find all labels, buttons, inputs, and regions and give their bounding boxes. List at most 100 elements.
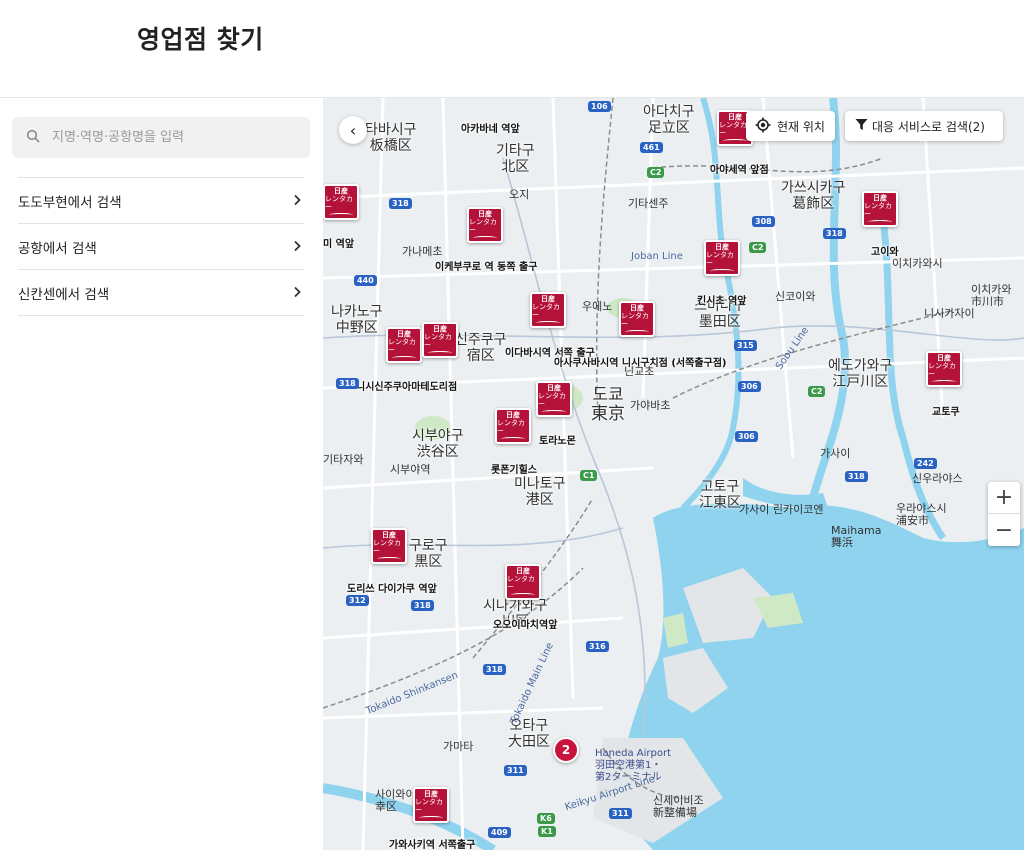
ward-label: 신주쿠구 宿区 xyxy=(455,332,507,364)
crosshair-icon xyxy=(755,117,771,136)
brand-swoosh-icon xyxy=(710,269,734,273)
marker-brand-bottom: レンタカー xyxy=(507,575,535,591)
route-shield: 318 xyxy=(389,198,412,209)
store-marker[interactable]: 日産 レンタカー xyxy=(422,322,458,358)
route-shield: 440 xyxy=(354,275,377,286)
ward-label-text: 가쓰시카구 葛飾区 xyxy=(781,180,846,212)
ward-label-text: 미나토구 港区 xyxy=(514,476,566,508)
airport-label: Haneda Airport 羽田空港第1・ 第2ターミナル xyxy=(595,748,672,783)
marker-brand-top: 日産 xyxy=(541,295,555,303)
route-shield: 242 xyxy=(914,458,937,469)
store-marker[interactable]: 日産 レンタカー xyxy=(704,240,740,276)
ward-label-text: 신주쿠구 宿区 xyxy=(455,332,507,364)
route-shield: 318 xyxy=(483,664,506,675)
ward-label: 타바시구 板橋区 xyxy=(365,122,417,154)
current-location-button[interactable]: 현재 위치 xyxy=(746,111,835,141)
store-marker[interactable]: 日産 レンタカー xyxy=(323,184,359,220)
zoom-in-button[interactable]: + xyxy=(988,482,1020,514)
brand-swoosh-icon xyxy=(511,593,535,597)
marker-brand-top: 日産 xyxy=(547,384,561,392)
marker-brand-bottom: レンタカー xyxy=(864,202,892,218)
store-marker[interactable]: 日産 レンタカー xyxy=(619,301,655,337)
place-label: 이치카와 市川市 xyxy=(971,283,1012,308)
route-shield: C2 xyxy=(647,167,665,178)
store-marker[interactable]: 日産 レンタカー xyxy=(467,207,503,243)
store-marker[interactable]: 日産 レンタカー xyxy=(495,408,531,444)
marker-brand-bottom: レンタカー xyxy=(532,303,560,319)
search-box[interactable] xyxy=(12,117,310,158)
station-label: 아야세역 앞점 xyxy=(710,165,769,176)
store-marker[interactable]: 日産 レンタカー xyxy=(530,292,566,328)
store-marker[interactable]: 日産 レンタカー xyxy=(926,351,962,387)
route-shield: C2 xyxy=(808,386,826,397)
store-marker[interactable]: 日産 レンタカー xyxy=(386,327,422,363)
chevron-right-icon xyxy=(292,283,302,302)
place-label: 오지 xyxy=(509,188,530,201)
search-input[interactable] xyxy=(52,130,292,145)
chevron-left-icon: ‹ xyxy=(349,120,357,140)
ward-label: 고토구 江東区 xyxy=(699,479,741,511)
store-marker[interactable]: 日産 レンタカー xyxy=(536,381,572,417)
marker-brand-top: 日産 xyxy=(516,567,530,575)
station-label: 이케부쿠로 역 동쪽 출구 xyxy=(435,262,538,273)
ward-label-text: 아다치구 足立区 xyxy=(643,104,695,136)
marker-brand-top: 日産 xyxy=(382,531,396,539)
store-cluster-marker[interactable]: 2 xyxy=(553,737,579,763)
marker-brand-top: 日産 xyxy=(424,790,438,798)
route-shield: C1 xyxy=(580,470,598,481)
place-label: 기타센주 xyxy=(628,197,669,210)
ward-label: 구로구 黒区 xyxy=(409,538,448,570)
place-label: 신세이비조 新整備場 xyxy=(653,794,704,819)
zoom-out-button[interactable]: − xyxy=(988,514,1020,546)
route-shield: 409 xyxy=(488,827,511,838)
brand-swoosh-icon xyxy=(932,380,956,384)
route-shield: 306 xyxy=(738,381,761,392)
route-shield: 312 xyxy=(346,595,369,606)
marker-brand-bottom: レンタカー xyxy=(415,798,443,814)
route-shield: 306 xyxy=(735,431,758,442)
store-marker[interactable]: 日産 レンタカー xyxy=(505,564,541,600)
map-back-button[interactable]: ‹ xyxy=(339,116,367,144)
marker-brand-bottom: レンタカー xyxy=(388,338,416,354)
ward-label: 미나토구 港区 xyxy=(514,476,566,508)
route-shield: 315 xyxy=(734,340,757,351)
nav-item-prefecture[interactable]: 도도부현에서 검색 xyxy=(18,178,304,224)
ward-label: 에도가와구 江戸川区 xyxy=(828,358,892,390)
store-marker[interactable]: 日産 レンタカー xyxy=(862,191,898,227)
ward-label: 시부야구 渋谷区 xyxy=(412,428,464,460)
page-title: 영업점 찾기 xyxy=(137,25,264,54)
service-filter-button[interactable]: 대응 서비스로 검색(2) xyxy=(845,111,1003,141)
store-map[interactable]: 타바시구 板橋区 기타구 北区 아다치구 足立区 가쓰시카구 葛飾区 나카노구 … xyxy=(323,98,1024,850)
station-label: 롯폰기힐스 xyxy=(491,465,537,476)
marker-brand-top: 日産 xyxy=(630,304,644,312)
ward-label-text: 타바시구 板橋区 xyxy=(365,122,417,154)
place-label: 가나메초 xyxy=(402,245,443,258)
city-label: 도쿄 東京 xyxy=(591,386,625,424)
place-label: 이치카와시 xyxy=(892,257,943,270)
marker-brand-bottom: レンタカー xyxy=(621,312,649,328)
nav-item-shinkansen[interactable]: 신칸센에서 검색 xyxy=(18,270,304,316)
brand-swoosh-icon xyxy=(473,236,497,240)
marker-brand-top: 日産 xyxy=(334,187,348,195)
marker-brand-top: 日産 xyxy=(715,243,729,251)
brand-swoosh-icon xyxy=(536,321,560,325)
filter-icon xyxy=(855,118,868,134)
nav-item-airport[interactable]: 공항에서 검색 xyxy=(18,224,304,270)
ward-label: 기타구 北区 xyxy=(496,143,535,175)
route-shield: K6 xyxy=(537,813,555,824)
station-label: 토라노몬 xyxy=(539,436,576,447)
route-shield: C2 xyxy=(749,242,767,253)
route-shield: 318 xyxy=(336,378,359,389)
place-label: Maihama 舞浜 xyxy=(831,524,882,549)
route-shield: 316 xyxy=(586,641,609,652)
search-icon xyxy=(26,128,40,147)
marker-brand-bottom: レンタカー xyxy=(497,419,525,435)
route-shield: K1 xyxy=(538,826,556,837)
marker-brand-top: 日産 xyxy=(728,113,742,121)
store-marker[interactable]: 日産 レンタカー xyxy=(413,787,449,823)
page-header: 영업점 찾기 xyxy=(0,0,1024,98)
place-label: 니시카사이 xyxy=(924,307,975,320)
store-marker[interactable]: 日産 レンタカー xyxy=(371,528,407,564)
brand-swoosh-icon xyxy=(868,220,892,224)
search-method-list: 도도부현에서 검색 공항에서 검색 신칸센에서 검색 xyxy=(18,177,304,316)
